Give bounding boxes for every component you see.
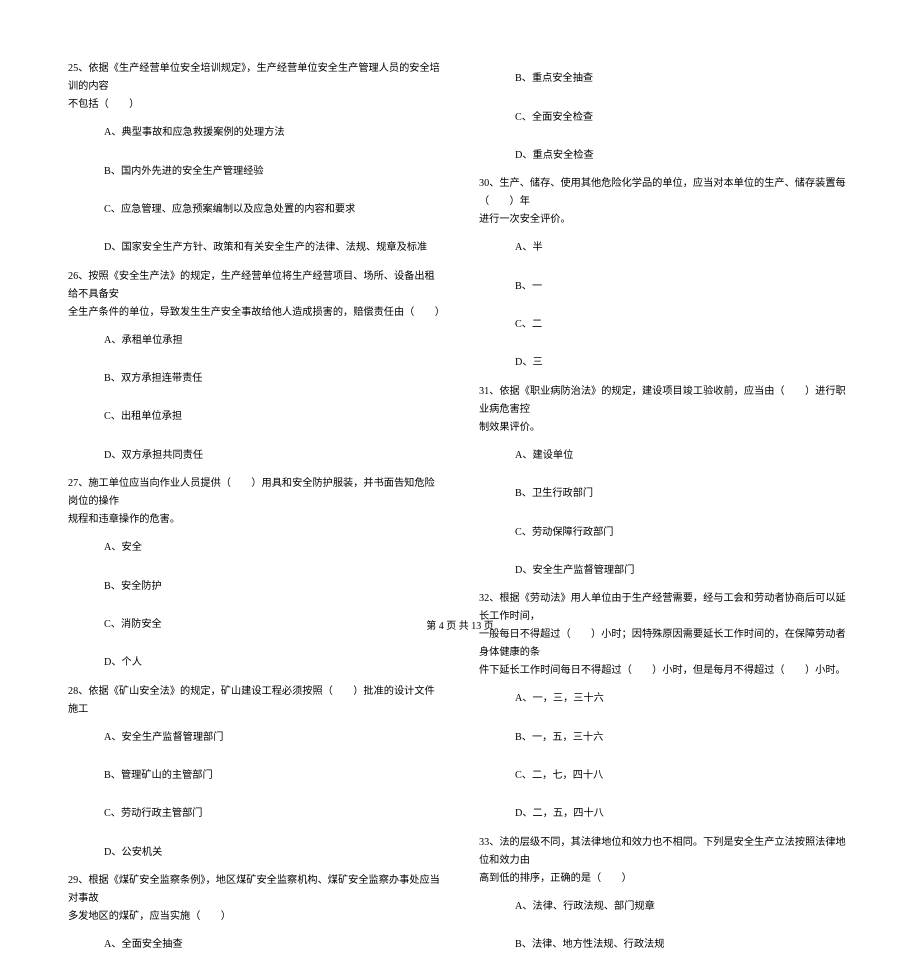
q27-stem: 27、施工单位应当向作业人员提供（ ）用具和安全防护服装，并书面告知危险岗位的操… <box>68 475 441 511</box>
q30-option-a: A、半 <box>479 239 852 257</box>
q33-stem: 33、法的层级不同，其法律地位和效力也不相同。下列是安全生产立法按照法律地位和效… <box>479 834 852 870</box>
q25-stem-cont: 不包括（ ） <box>68 96 441 114</box>
q30-option-b: B、一 <box>479 278 852 296</box>
q32-option-c: C、二，七，四十八 <box>479 767 852 785</box>
exam-page: 25、依据《生产经营单位安全培训规定》，生产经营单位安全生产管理人员的安全培训的… <box>0 0 920 650</box>
q30-option-d: D、三 <box>479 354 852 372</box>
q32-option-b: B、一，五，三十六 <box>479 729 852 747</box>
q26-option-d: D、双方承担共同责任 <box>68 447 441 465</box>
q26-option-a: A、承租单位承担 <box>68 332 441 350</box>
q29-option-b: B、重点安全抽查 <box>479 70 852 88</box>
q33-stem-cont: 高到低的排序，正确的是（ ） <box>479 870 852 888</box>
q25-option-a: A、典型事故和应急救援案例的处理方法 <box>68 124 441 142</box>
q26-option-c: C、出租单位承担 <box>68 408 441 426</box>
q27-option-d: D、个人 <box>68 654 441 672</box>
q28-option-a: A、安全生产监督管理部门 <box>68 729 441 747</box>
q31-option-a: A、建设单位 <box>479 447 852 465</box>
q25-option-d: D、国家安全生产方针、政策和有关安全生产的法律、法规、规章及标准 <box>68 239 441 257</box>
q32-option-d: D、二，五，四十八 <box>479 805 852 823</box>
q31-option-b: B、卫生行政部门 <box>479 485 852 503</box>
q30-stem: 30、生产、储存、使用其他危险化学品的单位，应当对本单位的生产、储存装置每（ ）… <box>479 175 852 211</box>
q28-stem: 28、依据《矿山安全法》的规定，矿山建设工程必须按照（ ）批准的设计文件施工 <box>68 683 441 719</box>
page-footer: 第 4 页 共 13 页 <box>0 617 920 632</box>
q31-stem: 31、依据《职业病防治法》的规定，建设项目竣工验收前，应当由（ ）进行职业病危害… <box>479 383 852 419</box>
q27-option-b: B、安全防护 <box>68 578 441 596</box>
q29-option-c: C、全面安全检查 <box>479 109 852 127</box>
q27-stem-cont: 规程和违章操作的危害。 <box>68 511 441 529</box>
q31-stem-cont: 制效果评价。 <box>479 419 852 437</box>
q25-option-b: B、国内外先进的安全生产管理经验 <box>68 163 441 181</box>
q26-option-b: B、双方承担连带责任 <box>68 370 441 388</box>
q28-option-c: C、劳动行政主管部门 <box>68 805 441 823</box>
q28-option-d: D、公安机关 <box>68 844 441 862</box>
q30-option-c: C、二 <box>479 316 852 334</box>
q26-stem: 26、按照《安全生产法》的规定，生产经营单位将生产经营项目、场所、设备出租给不具… <box>68 268 441 304</box>
q28-option-b: B、管理矿山的主管部门 <box>68 767 441 785</box>
two-column-layout: 25、依据《生产经营单位安全培训规定》，生产经营单位安全生产管理人员的安全培训的… <box>68 60 852 600</box>
q32-option-a: A、一，三，三十六 <box>479 690 852 708</box>
q31-option-c: C、劳动保障行政部门 <box>479 524 852 542</box>
q33-option-b: B、法律、地方性法规、行政法规 <box>479 936 852 954</box>
q32-stem-cont2: 件下延长工作时间每日不得超过（ ）小时，但是每月不得超过（ ）小时。 <box>479 662 852 680</box>
q29-stem-cont: 多发地区的煤矿，应当实施（ ） <box>68 908 441 926</box>
q25-option-c: C、应急管理、应急预案编制以及应急处置的内容和要求 <box>68 201 441 219</box>
q30-stem-cont: 进行一次安全评价。 <box>479 211 852 229</box>
q31-option-d: D、安全生产监督管理部门 <box>479 562 852 580</box>
q27-option-a: A、安全 <box>68 539 441 557</box>
q29-option-d: D、重点安全检查 <box>479 147 852 165</box>
q33-option-a: A、法律、行政法规、部门规章 <box>479 898 852 916</box>
q25-stem: 25、依据《生产经营单位安全培训规定》，生产经营单位安全生产管理人员的安全培训的… <box>68 60 441 96</box>
left-column: 25、依据《生产经营单位安全培训规定》，生产经营单位安全生产管理人员的安全培训的… <box>68 60 441 600</box>
q26-stem-cont: 全生产条件的单位，导致发生生产安全事故给他人造成损害的，赔偿责任由（ ） <box>68 304 441 322</box>
right-column: B、重点安全抽查 C、全面安全检查 D、重点安全检查 30、生产、储存、使用其他… <box>479 60 852 600</box>
q29-option-a: A、全面安全抽查 <box>68 936 441 954</box>
q29-stem: 29、根据《煤矿安全监察条例》，地区煤矿安全监察机构、煤矿安全监察办事处应当对事… <box>68 872 441 908</box>
